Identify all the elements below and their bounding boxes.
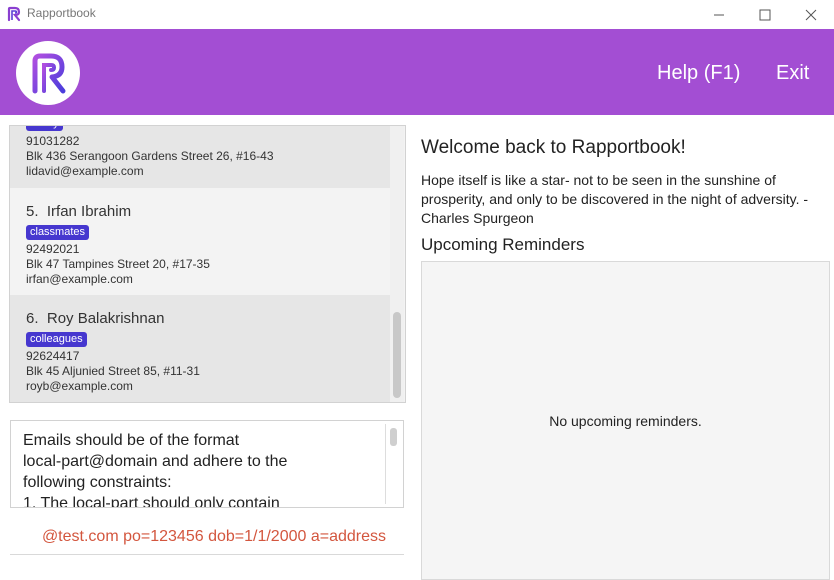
maximize-button[interactable] — [742, 0, 788, 29]
welcome-heading: Welcome back to Rapportbook! — [421, 137, 686, 158]
reminders-heading: Upcoming Reminders — [421, 235, 585, 254]
contact-phone: 92624417 — [26, 349, 80, 363]
contact-address: Blk 45 Aljunied Street 85, #11-31 — [26, 364, 200, 378]
app-logo — [16, 41, 80, 105]
command-input[interactable]: @test.com po=123456 dob=1/1/2000 a=addre… — [42, 528, 386, 546]
contact-email: royb@example.com — [26, 379, 133, 393]
contact-tag: colleagues — [26, 332, 87, 347]
contact-card[interactable]: family 91031282 Blk 436 Serangoon Garden… — [10, 126, 390, 188]
help-menu[interactable]: Help (F1) — [657, 62, 740, 85]
result-scrollbar[interactable] — [385, 424, 400, 504]
rapportbook-logo-icon — [32, 53, 66, 94]
reminders-panel: No upcoming reminders. — [421, 261, 830, 580]
title-bar: Rapportbook — [0, 0, 834, 29]
contact-list[interactable]: family 91031282 Blk 436 Serangoon Garden… — [9, 125, 406, 403]
result-scroll-thumb[interactable] — [390, 428, 397, 446]
window-title: Rapportbook — [27, 6, 96, 20]
contact-email: lidavid@example.com — [26, 164, 144, 178]
contact-card[interactable]: 5. Irfan Ibrahim classmates 92492021 Blk… — [10, 188, 390, 295]
contact-tag: classmates — [26, 225, 90, 240]
minimize-icon — [714, 14, 724, 15]
result-message: Emails should be of the format local-par… — [23, 432, 288, 508]
app-header: Help (F1) Exit — [0, 29, 834, 115]
command-box[interactable]: @test.com po=123456 dob=1/1/2000 a=addre… — [10, 520, 404, 555]
minimize-button[interactable] — [696, 0, 742, 29]
close-icon — [805, 9, 817, 20]
contact-name: 5. Irfan Ibrahim — [26, 203, 132, 220]
contact-tag: family — [26, 126, 63, 131]
quote-text: Hope itself is like a star- not to be se… — [421, 172, 809, 226]
app-logo-icon — [7, 6, 21, 22]
contact-phone: 92492021 — [26, 242, 80, 256]
contact-address: Blk 47 Tampines Street 20, #17-35 — [26, 257, 210, 271]
no-reminders-message: No upcoming reminders. — [549, 413, 702, 429]
maximize-icon — [759, 9, 771, 20]
close-button[interactable] — [788, 0, 834, 29]
contact-card[interactable]: 6. Roy Balakrishnan colleagues 92624417 … — [10, 295, 390, 402]
contact-name: 6. Roy Balakrishnan — [26, 310, 165, 327]
contact-email: irfan@example.com — [26, 272, 133, 286]
exit-menu[interactable]: Exit — [776, 62, 809, 85]
result-display[interactable]: Emails should be of the format local-par… — [10, 420, 404, 508]
contact-phone: 91031282 — [26, 134, 80, 148]
contact-address: Blk 436 Serangoon Gardens Street 26, #16… — [26, 149, 274, 163]
contact-list-scroll-thumb[interactable] — [393, 312, 401, 398]
